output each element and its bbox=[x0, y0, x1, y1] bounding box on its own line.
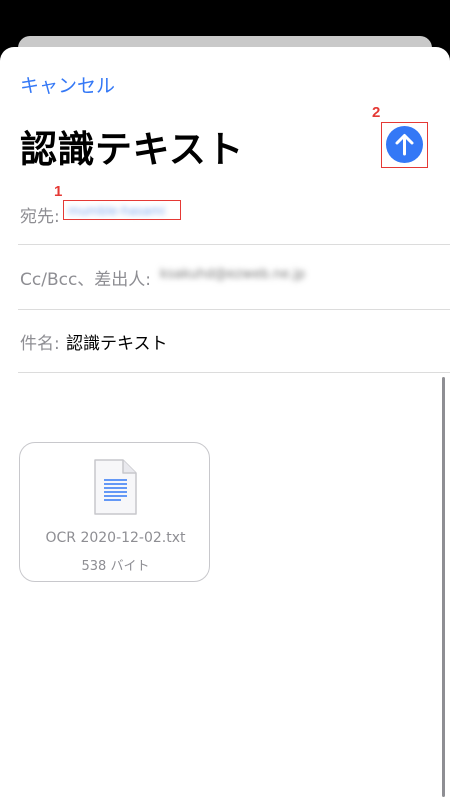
subject-value[interactable]: 認識テキスト bbox=[66, 329, 168, 354]
to-field-row[interactable]: 宛先: mumble-hasami bbox=[20, 200, 450, 227]
page-title: 認識テキスト bbox=[20, 128, 244, 171]
cc-bcc-label: Cc/Bcc、差出人: bbox=[20, 270, 152, 290]
from-address-value[interactable]: ksakuhd@ezweb.ne.jp bbox=[160, 267, 305, 282]
cancel-button[interactable]: キャンセル bbox=[20, 71, 115, 98]
to-field-value[interactable]: mumble-hasami bbox=[68, 204, 165, 218]
subject-field-row[interactable]: 件名: 認識テキスト bbox=[20, 329, 450, 354]
attachment-card[interactable]: OCR 2020-12-02.txt 538 バイト bbox=[19, 442, 210, 582]
divider bbox=[18, 244, 450, 245]
send-button[interactable] bbox=[386, 126, 423, 163]
scrollbar[interactable] bbox=[442, 377, 445, 797]
send-button-highlight bbox=[381, 122, 428, 168]
annotation-marker-1: 1 bbox=[54, 183, 63, 200]
text-document-icon bbox=[94, 459, 137, 515]
cc-bcc-field-row[interactable]: Cc/Bcc、差出人: ksakuhd@ezweb.ne.jp bbox=[20, 265, 450, 290]
arrow-up-icon bbox=[395, 134, 414, 156]
to-field-highlight: mumble-hasami bbox=[63, 200, 181, 220]
compose-sheet: キャンセル 認識テキスト 2 1 宛先: mumble-hasami Cc/Bc… bbox=[0, 47, 450, 800]
mail-compose-screen: キャンセル 認識テキスト 2 1 宛先: mumble-hasami Cc/Bc… bbox=[0, 0, 450, 800]
annotation-marker-2: 2 bbox=[372, 104, 381, 121]
attachment-size: 538 バイト bbox=[81, 559, 150, 574]
divider bbox=[18, 372, 450, 373]
to-label: 宛先: bbox=[20, 207, 60, 227]
subject-label: 件名: bbox=[20, 334, 60, 354]
divider bbox=[18, 309, 450, 310]
attachment-filename: OCR 2020-12-02.txt bbox=[45, 530, 186, 546]
